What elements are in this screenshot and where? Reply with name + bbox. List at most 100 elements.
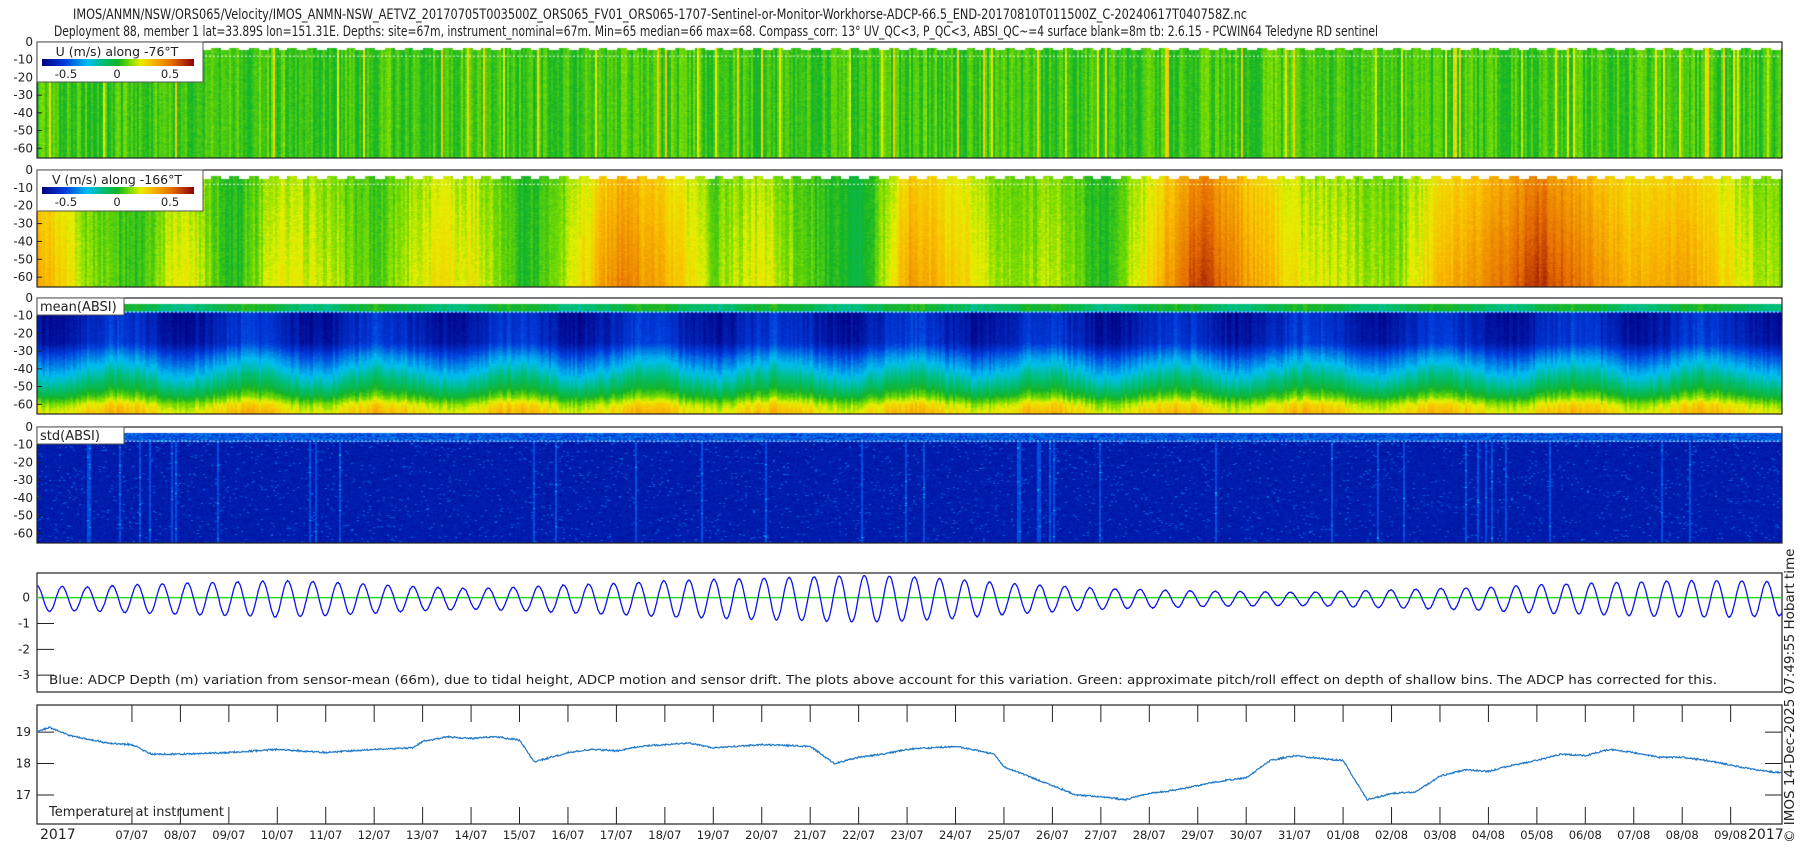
x-date-label: 14/07 [454, 828, 487, 842]
y-tick-label: -40 [13, 106, 33, 120]
y-tick-label: -20 [13, 199, 33, 213]
y-tick-label: -30 [13, 473, 33, 487]
x-date-label: 20/07 [745, 828, 778, 842]
x-date-label: 22/07 [842, 828, 875, 842]
mean-absi-label-box: mean(ABSI) [36, 297, 125, 316]
x-date-label: 09/07 [212, 828, 245, 842]
x-date-label: 19/07 [697, 828, 730, 842]
y-tick-label: -30 [13, 217, 33, 231]
x-date-label: 24/07 [939, 828, 972, 842]
std-absi-label-box: std(ABSI) [36, 426, 125, 445]
plot-overlay: IMOS/ANMN/NSW/ORS065/Velocity/IMOS_ANMN-… [13, 7, 1798, 843]
x-date-label: 31/07 [1278, 828, 1311, 842]
y-tick-label: 0 [22, 591, 30, 605]
y-tick-label: 18 [16, 757, 31, 771]
x-date-label: 18/07 [648, 828, 681, 842]
y-tick-label: -20 [13, 326, 33, 340]
panel-frame [36, 297, 1783, 415]
x-date-label: 03/08 [1423, 828, 1456, 842]
x-date-label: 16/07 [551, 828, 584, 842]
x-date-label: 12/07 [358, 828, 391, 842]
panel-frame [36, 426, 1783, 544]
x-date-label: 08/07 [164, 828, 197, 842]
temperature-panel-label: Temperature at instrument [48, 805, 224, 820]
x-date-label: 06/08 [1569, 828, 1602, 842]
y-tick-label: -20 [13, 70, 33, 84]
y-tick-label: -10 [13, 181, 33, 195]
y-tick-label: -10 [13, 309, 33, 323]
x-date-label: 29/07 [1181, 828, 1214, 842]
x-date-label: 05/08 [1520, 828, 1553, 842]
u-colorbar-tick: -0.5 [55, 67, 77, 81]
depth-panel-annotation: Blue: ADCP Depth (m) variation from sens… [49, 672, 1717, 687]
y-tick-label: -50 [13, 252, 33, 266]
v-legend-title: V (m/s) along -166°T [52, 172, 182, 187]
y-tick-label: -60 [13, 270, 33, 284]
v-colorbar [42, 187, 194, 194]
x-date-label: 08/08 [1666, 828, 1699, 842]
x-date-label: 10/07 [261, 828, 294, 842]
y-tick-label: 0 [25, 35, 33, 49]
x-date-label: 09/08 [1714, 828, 1747, 842]
y-tick-label: -60 [13, 526, 33, 540]
y-tick-label: 19 [16, 725, 31, 739]
figure-title-line2: Deployment 88, member 1 lat=33.89S lon=1… [54, 24, 1378, 40]
x-date-label: 23/07 [890, 828, 923, 842]
y-tick-label: -1 [18, 616, 30, 630]
mean-absi-label: mean(ABSI) [40, 300, 117, 315]
adcp-figure: IMOS/ANMN/NSW/ORS065/Velocity/IMOS_ANMN-… [0, 0, 1800, 850]
y-tick-label: -3 [18, 668, 30, 682]
temperature-panel-frame [36, 704, 1783, 825]
x-date-label: 21/07 [794, 828, 827, 842]
y-tick-label: -30 [13, 88, 33, 102]
depth-variation-line [36, 575, 1783, 623]
x-start-year-label: 2017 [40, 827, 76, 843]
v-colorbar-tick: 0 [113, 195, 120, 209]
y-tick-label: -10 [13, 53, 33, 67]
v-colorbar-tick: 0.5 [161, 195, 179, 209]
y-tick-label: -60 [13, 141, 33, 155]
y-tick-label: 0 [25, 163, 33, 177]
x-date-label: 07/07 [115, 828, 148, 842]
panel-frame [36, 41, 1783, 159]
x-date-label: 04/08 [1472, 828, 1505, 842]
x-end-year-label: 2017 [1748, 827, 1784, 843]
u-legend-title: U (m/s) along -76°T [56, 44, 179, 59]
x-date-label: 15/07 [503, 828, 536, 842]
v-colorbar-tick: -0.5 [55, 195, 77, 209]
x-date-label: 17/07 [600, 828, 633, 842]
x-date-label: 01/08 [1327, 828, 1360, 842]
v-legend: V (m/s) along -166°T -0.5 0 0.5 [36, 169, 204, 212]
y-tick-label: -50 [13, 124, 33, 138]
y-tick-label: -10 [13, 438, 33, 452]
y-tick-label: -20 [13, 455, 33, 469]
u-colorbar [42, 59, 194, 66]
u-colorbar-tick: 0 [113, 67, 120, 81]
panel-frame [36, 169, 1783, 288]
y-tick-label: -40 [13, 234, 33, 248]
x-date-label: 28/07 [1133, 828, 1166, 842]
copyright-timestamp: © IMOS 14-Dec-2025 07:49:55 Hobart time [1782, 549, 1798, 843]
x-date-label: 07/08 [1617, 828, 1650, 842]
y-tick-label: -40 [13, 491, 33, 505]
u-legend: U (m/s) along -76°T -0.5 0 0.5 [36, 41, 204, 83]
x-date-label: 30/07 [1230, 828, 1263, 842]
y-tick-label: -50 [13, 509, 33, 523]
x-date-label: 26/07 [1036, 828, 1069, 842]
y-tick-label: -60 [13, 397, 33, 411]
x-date-label: 02/08 [1375, 828, 1408, 842]
y-tick-label: -2 [18, 642, 30, 656]
y-tick-label: 17 [16, 788, 31, 802]
y-tick-label: -30 [13, 344, 33, 358]
x-date-label: 27/07 [1084, 828, 1117, 842]
y-tick-label: 0 [25, 291, 33, 305]
y-tick-label: -40 [13, 362, 33, 376]
u-colorbar-tick: 0.5 [161, 67, 179, 81]
y-tick-label: 0 [25, 420, 33, 434]
std-absi-label: std(ABSI) [40, 429, 100, 444]
y-tick-label: -50 [13, 380, 33, 394]
temperature-line [36, 726, 1783, 802]
x-date-label: 25/07 [987, 828, 1020, 842]
x-date-label: 11/07 [309, 828, 342, 842]
x-date-label: 13/07 [406, 828, 439, 842]
